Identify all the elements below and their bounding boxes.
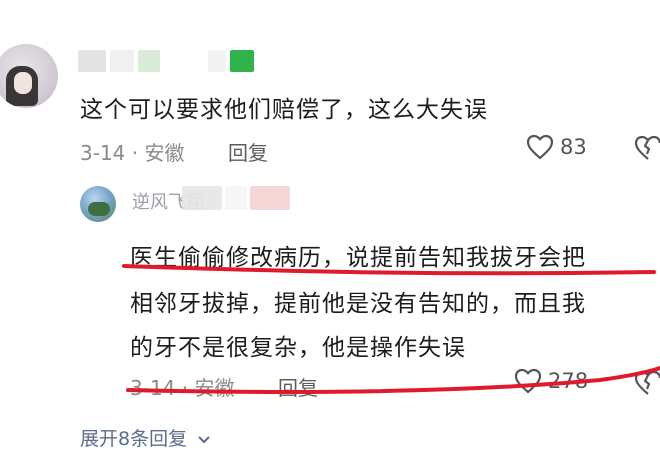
- reply-meta: 3-14 · 安徽: [130, 376, 235, 400]
- reply-text-line: 医生偷偷修改病历，说提前告知我拔牙会把: [130, 245, 586, 271]
- heart-outline-icon: [526, 134, 554, 160]
- chevron-down-icon: [198, 436, 210, 444]
- reply-avatar[interactable]: [80, 186, 116, 222]
- heart-outline-icon: [514, 368, 542, 394]
- like-count: 83: [560, 135, 587, 159]
- broken-heart-icon: [634, 135, 660, 160]
- like-count: 278: [548, 369, 589, 393]
- reply-text-line: 的牙不是很复杂，他是操作失误: [130, 335, 466, 361]
- dislike-button[interactable]: [634, 370, 660, 400]
- username-redacted[interactable]: [78, 50, 254, 72]
- avatar-face: [14, 72, 32, 94]
- username-redacted: [182, 186, 290, 210]
- reply-button[interactable]: 回复: [228, 137, 268, 166]
- broken-heart-icon: [634, 370, 660, 395]
- comment-text: 这个可以要求他们赔偿了，这么大失误: [80, 97, 488, 123]
- expand-replies-link[interactable]: 展开8条回复: [80, 424, 211, 451]
- like-button[interactable]: 83: [526, 134, 587, 160]
- comment-meta: 3-14 · 安徽: [80, 141, 185, 165]
- reply-button[interactable]: 回复: [278, 372, 318, 401]
- like-button[interactable]: 278: [514, 368, 588, 394]
- dislike-button[interactable]: [634, 135, 660, 165]
- reply-text-line: 相邻牙拔掉，提前他是没有告知的，而且我: [130, 291, 586, 317]
- avatar-tree: [88, 202, 110, 216]
- expand-replies-label: 展开8条回复: [80, 428, 188, 450]
- avatar[interactable]: [0, 44, 58, 108]
